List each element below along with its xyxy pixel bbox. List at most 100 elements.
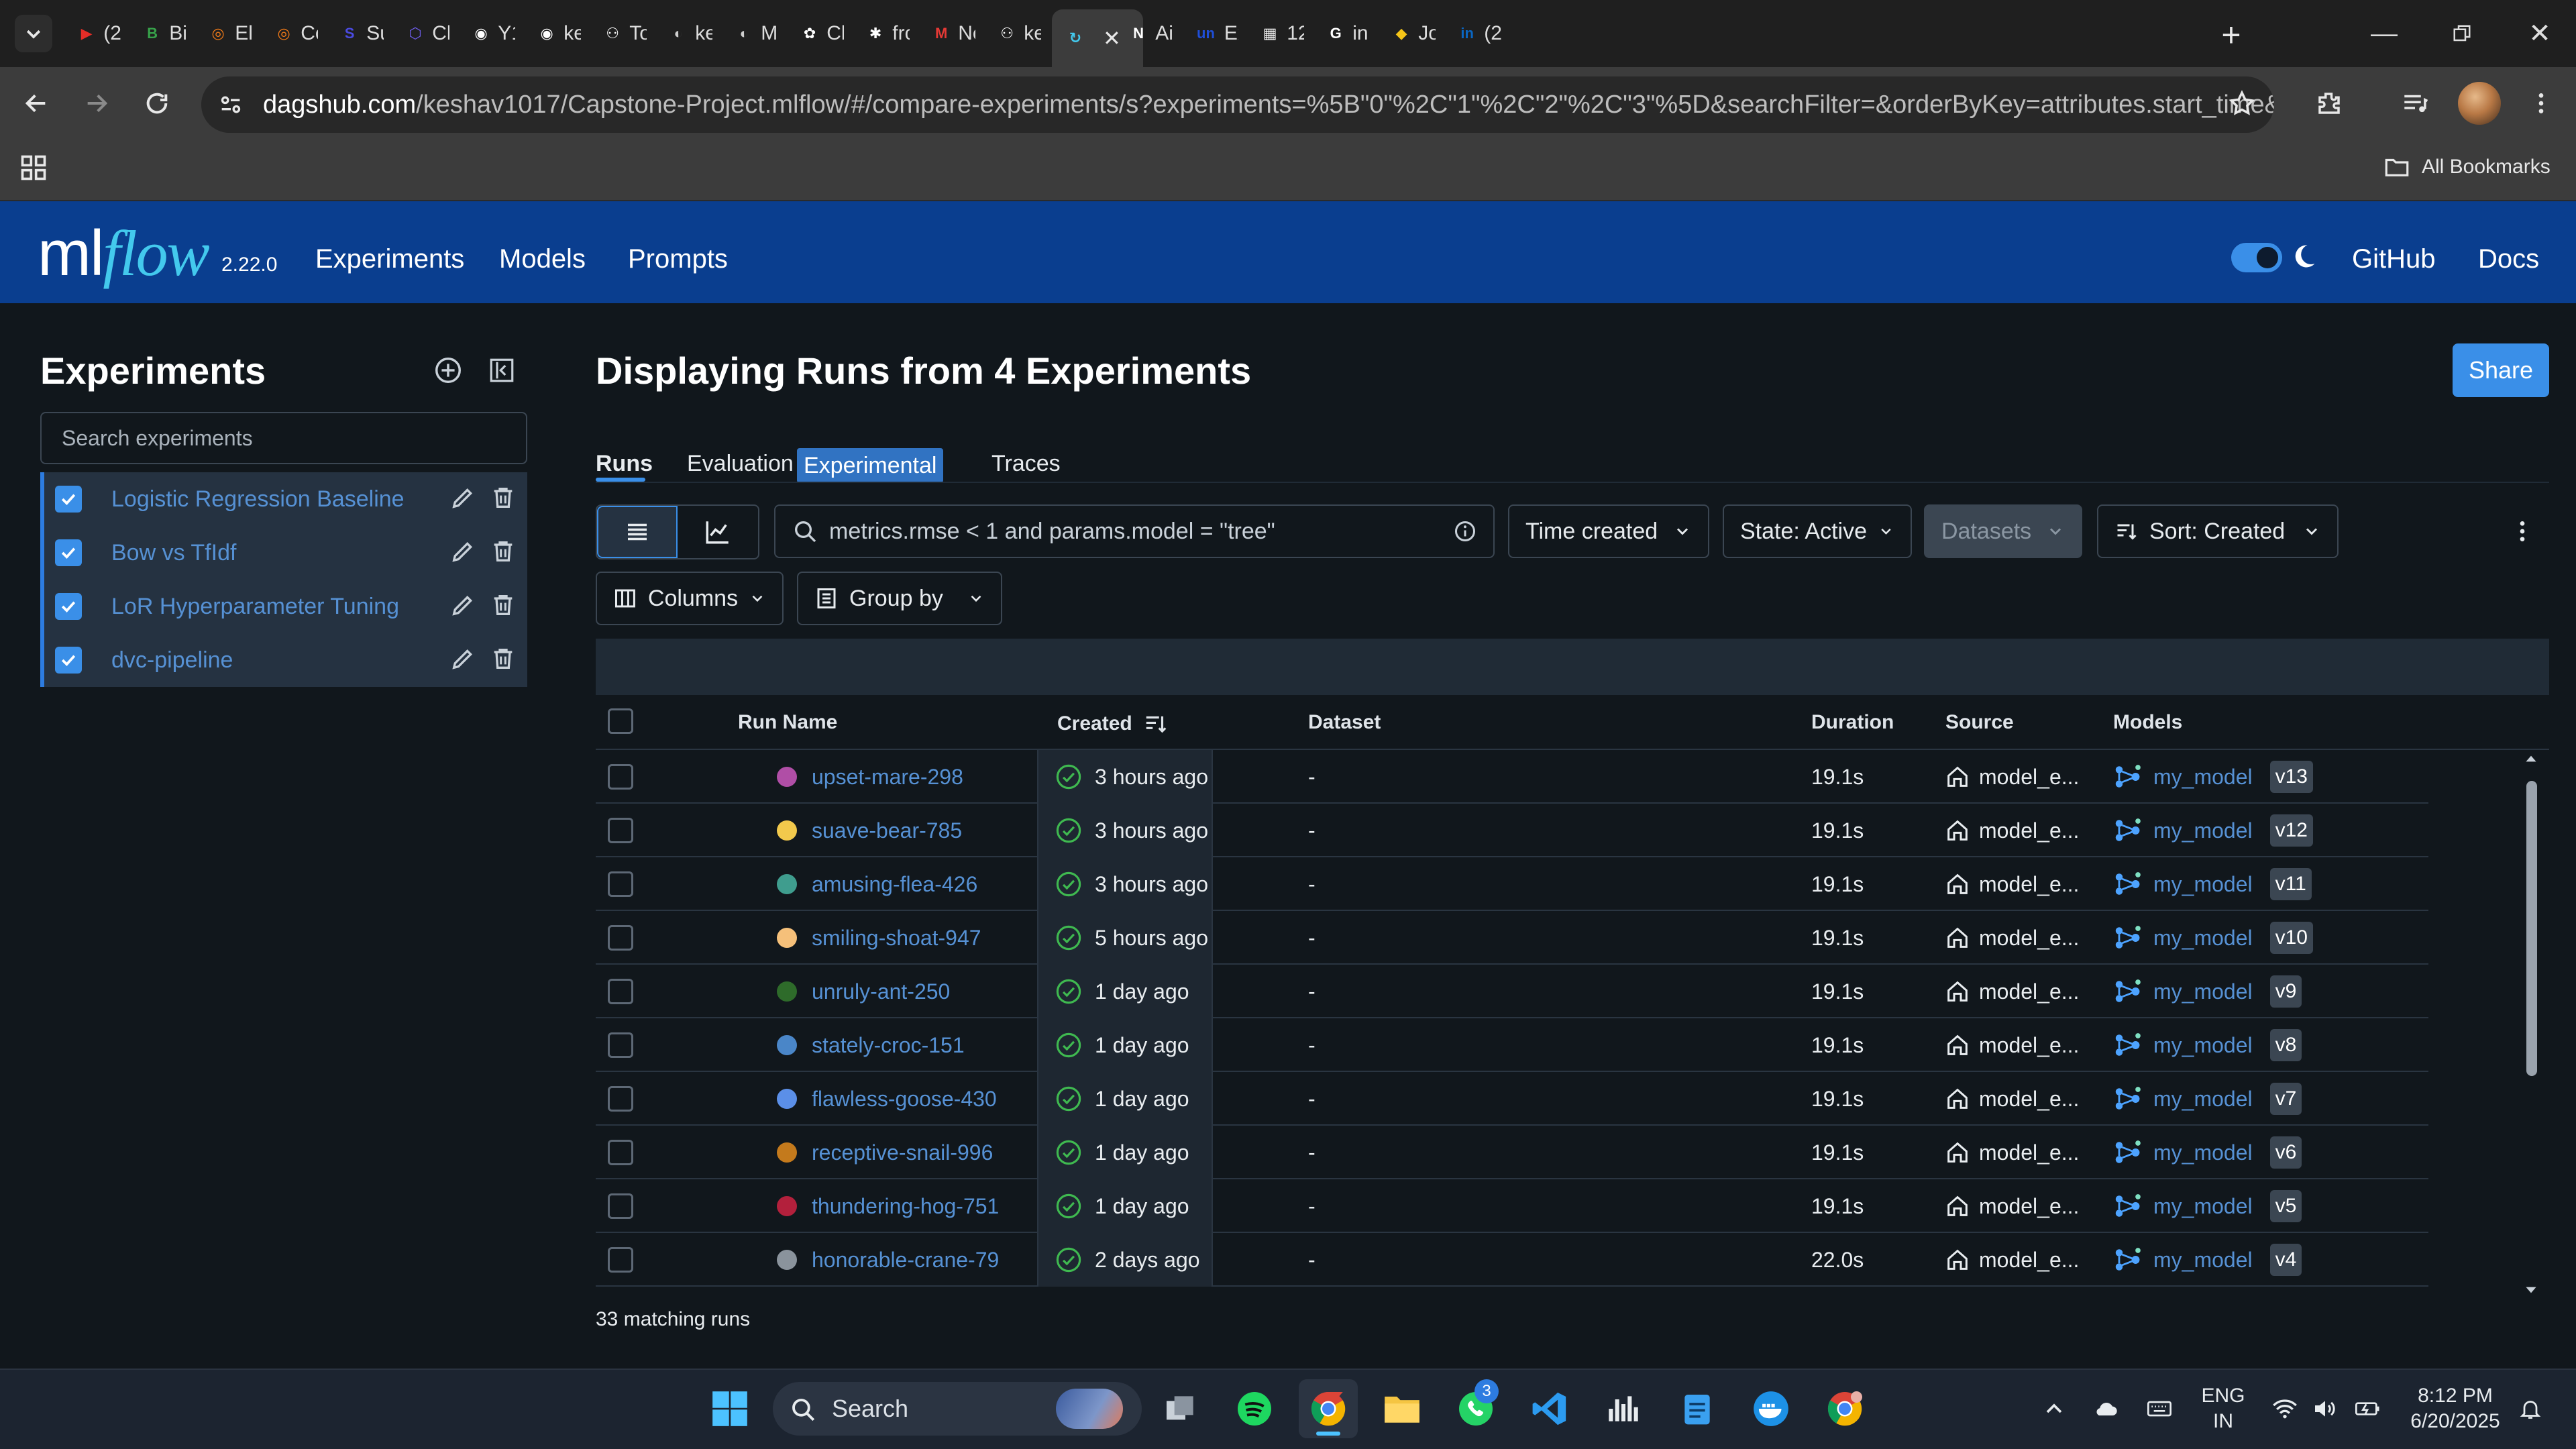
row-checkbox[interactable]	[608, 1247, 633, 1273]
model-version-badge[interactable]: v13	[2269, 761, 2313, 793]
source-cell[interactable]: model_e...	[1944, 857, 2079, 911]
browser-tab[interactable]: ◐ M	[726, 11, 789, 56]
system-clock[interactable]: 8:12 PM 6/20/2025	[2403, 1383, 2508, 1434]
delete-experiment-button[interactable]	[490, 484, 519, 514]
columns-button[interactable]: Columns	[596, 572, 784, 625]
run-name-link[interactable]: smiling-shoat-947	[812, 926, 981, 951]
row-checkbox[interactable]	[608, 764, 633, 790]
scroll-down-icon[interactable]	[2522, 1281, 2540, 1299]
mlflow-logo[interactable]: mlflow	[38, 216, 210, 290]
run-name-link[interactable]: stately-croc-151	[812, 1033, 965, 1058]
browser-tab[interactable]: ▦ 12	[1252, 11, 1315, 56]
run-name-link[interactable]: upset-mare-298	[812, 765, 963, 790]
notification-bell-icon[interactable]	[2518, 1397, 2542, 1421]
edit-experiment-button[interactable]	[449, 592, 479, 621]
collapse-sidebar-button[interactable]	[483, 352, 521, 389]
chart-view-button[interactable]	[678, 506, 758, 558]
run-name-link[interactable]: amusing-flea-426	[812, 872, 977, 897]
file-explorer-icon[interactable]	[1373, 1379, 1432, 1438]
model-link[interactable]: my_model	[2153, 1248, 2253, 1273]
nav-prompts[interactable]: Prompts	[628, 244, 728, 274]
experiment-checkbox[interactable]	[55, 647, 82, 674]
info-icon[interactable]	[1453, 519, 1477, 543]
browser-tab[interactable]: ▶ (2!	[68, 11, 131, 56]
experiment-name[interactable]: LoR Hyperparameter Tuning	[111, 594, 399, 620]
create-experiment-button[interactable]	[429, 352, 467, 389]
model-version-badge[interactable]: v5	[2269, 1190, 2302, 1222]
forward-button[interactable]	[76, 83, 117, 123]
more-options-button[interactable]	[2504, 513, 2541, 550]
row-checkbox[interactable]	[608, 1193, 633, 1219]
row-checkbox[interactable]	[608, 1140, 633, 1165]
group-by-button[interactable]: Group by	[797, 572, 1002, 625]
chrome-profile-icon[interactable]	[1815, 1379, 1874, 1438]
row-checkbox[interactable]	[608, 979, 633, 1004]
reload-button[interactable]	[137, 83, 177, 123]
run-color-dot[interactable]	[777, 767, 797, 787]
source-cell[interactable]: model_e...	[1944, 1018, 2079, 1072]
spotify-icon[interactable]	[1225, 1379, 1284, 1438]
source-cell[interactable]: model_e...	[1944, 1179, 2079, 1233]
header-models[interactable]: Models	[2113, 711, 2182, 734]
docker-icon[interactable]	[1741, 1379, 1801, 1438]
model-link[interactable]: my_model	[2153, 818, 2253, 843]
browser-tab[interactable]: ⬡ Cl	[397, 11, 460, 56]
vscode-icon[interactable]	[1520, 1379, 1579, 1438]
model-link[interactable]: my_model	[2153, 1033, 2253, 1058]
header-run-name[interactable]: Run Name	[738, 711, 837, 734]
model-link[interactable]: my_model	[2153, 872, 2253, 897]
run-name-link[interactable]: honorable-crane-79	[812, 1248, 999, 1273]
model-version-badge[interactable]: v6	[2269, 1136, 2302, 1169]
sort-dropdown[interactable]: Sort: Created	[2097, 504, 2339, 558]
experiment-item[interactable]: Bow vs TfIdf	[44, 526, 527, 580]
apps-grid-icon[interactable]	[19, 153, 48, 182]
source-cell[interactable]: model_e...	[1944, 1126, 2079, 1179]
edit-experiment-button[interactable]	[449, 484, 479, 514]
tab-evaluation[interactable]: Evaluation	[687, 451, 794, 477]
close-tab-icon[interactable]: ✕	[1103, 25, 1121, 51]
browser-tab[interactable]: ⚇ ke	[989, 11, 1052, 56]
row-checkbox[interactable]	[608, 818, 633, 843]
header-source[interactable]: Source	[1945, 711, 2014, 734]
windows-start-button[interactable]	[700, 1379, 759, 1438]
delete-experiment-button[interactable]	[490, 645, 519, 675]
browser-tab[interactable]: ◐ ke	[660, 11, 723, 56]
source-cell[interactable]: model_e...	[1944, 1072, 2079, 1126]
close-window-button[interactable]: ✕	[2501, 0, 2576, 67]
model-version-badge[interactable]: v11	[2269, 868, 2312, 900]
tab-search-button[interactable]	[15, 15, 52, 52]
model-version-badge[interactable]: v9	[2269, 975, 2302, 1008]
run-color-dot[interactable]	[777, 1196, 797, 1216]
new-tab-button[interactable]: +	[2211, 15, 2251, 55]
run-color-dot[interactable]	[777, 1089, 797, 1109]
model-version-badge[interactable]: v4	[2269, 1244, 2302, 1276]
header-duration[interactable]: Duration	[1811, 711, 1894, 734]
scroll-thumb[interactable]	[2526, 781, 2537, 1076]
header-dataset[interactable]: Dataset	[1308, 711, 1381, 734]
experiment-name[interactable]: dvc-pipeline	[111, 647, 233, 674]
notepad-icon[interactable]	[1668, 1379, 1727, 1438]
model-version-badge[interactable]: v8	[2269, 1029, 2302, 1061]
model-version-badge[interactable]: v12	[2269, 814, 2313, 847]
address-bar[interactable]: dagshub.com/keshav1017/Capstone-Project.…	[201, 76, 2274, 133]
run-name-link[interactable]: suave-bear-785	[812, 818, 962, 843]
all-bookmarks-button[interactable]: All Bookmarks	[2383, 153, 2551, 181]
row-checkbox[interactable]	[608, 871, 633, 897]
site-info-icon[interactable]	[213, 87, 248, 122]
search-experiments-input[interactable]: Search experiments	[40, 412, 527, 464]
source-cell[interactable]: model_e...	[1944, 750, 2079, 804]
tab-traces[interactable]: Traces	[991, 451, 1061, 477]
nav-models[interactable]: Models	[499, 244, 586, 274]
source-cell[interactable]: model_e...	[1944, 911, 2079, 965]
row-checkbox[interactable]	[608, 1032, 633, 1058]
kebab-menu-icon[interactable]	[2521, 83, 2561, 123]
experiment-item[interactable]: Logistic Regression Baseline	[44, 472, 527, 526]
bookmark-star-icon[interactable]	[2222, 83, 2262, 123]
browser-tab[interactable]: ◎ Cc	[266, 11, 329, 56]
profile-avatar[interactable]	[2458, 82, 2501, 125]
runs-search-input[interactable]: metrics.rmse < 1 and params.model = "tre…	[774, 504, 1495, 558]
table-view-button[interactable]	[597, 506, 678, 558]
experiment-item[interactable]: dvc-pipeline	[44, 633, 527, 687]
run-color-dot[interactable]	[777, 1142, 797, 1163]
browser-tab[interactable]: N Ai	[1120, 11, 1183, 56]
